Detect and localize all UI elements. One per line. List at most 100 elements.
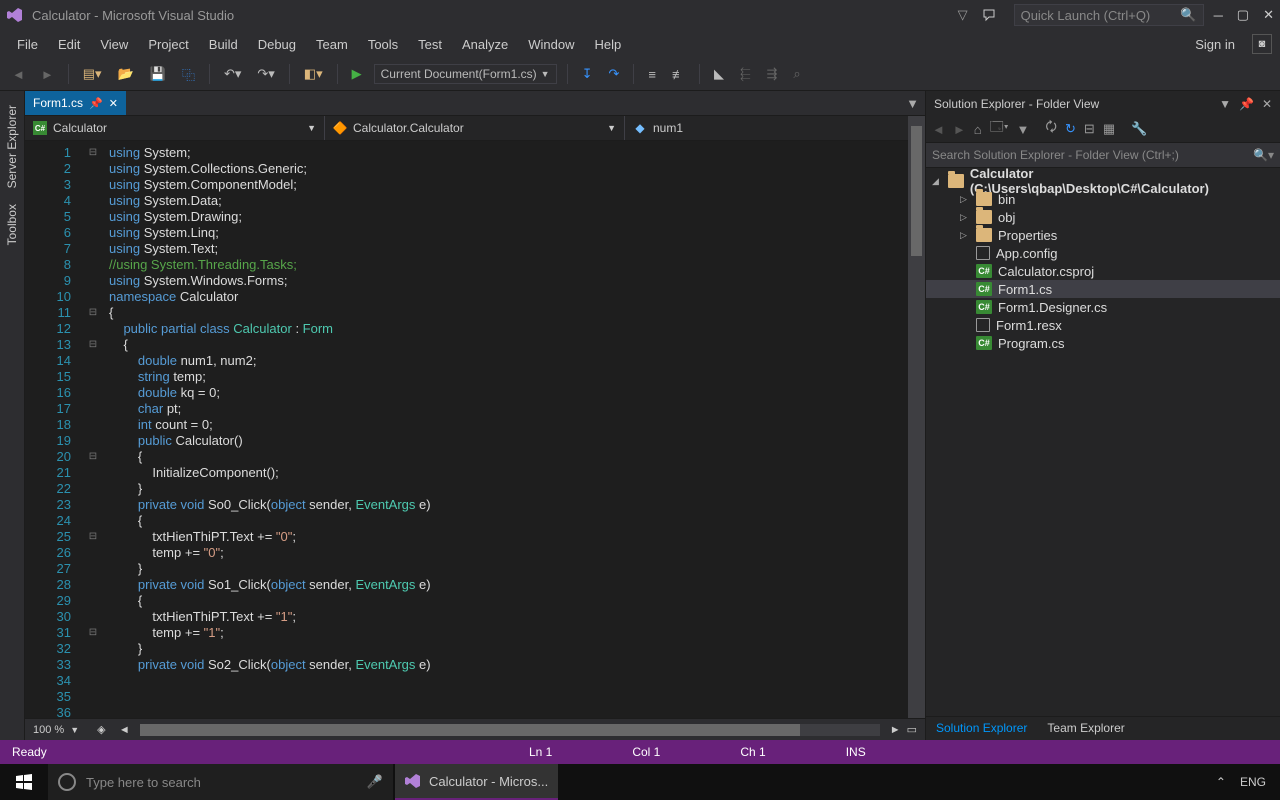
filter-icon[interactable]: ▼: [1017, 122, 1030, 137]
tree-item[interactable]: C#Program.cs: [926, 334, 1280, 352]
nav-next-button[interactable]: ⇶: [763, 63, 782, 85]
tree-item[interactable]: C#Form1.Designer.cs: [926, 298, 1280, 316]
menu-debug[interactable]: Debug: [249, 34, 305, 55]
menu-window[interactable]: Window: [519, 34, 583, 55]
zoom-level[interactable]: 100 %: [33, 724, 64, 736]
expand-arrow-icon[interactable]: ▷: [960, 230, 970, 241]
editor-hscrollbar[interactable]: [140, 724, 880, 736]
sync-icon[interactable]: 🗘: [1045, 118, 1057, 140]
editor-scrollbar[interactable]: [908, 116, 925, 718]
tree-root[interactable]: ◢ Calculator (C:\Users\qbap\Desktop\C#\C…: [926, 172, 1280, 190]
member-combo[interactable]: ◆ num1 ▼: [625, 116, 925, 140]
menu-build[interactable]: Build: [200, 34, 247, 55]
autohide-icon[interactable]: 📌: [1239, 97, 1254, 111]
tree-item[interactable]: ▷obj: [926, 208, 1280, 226]
start-debug-button[interactable]: ▶: [348, 63, 366, 85]
menu-project[interactable]: Project: [139, 34, 197, 55]
step-over-button[interactable]: ↷: [604, 63, 623, 85]
solution-explorer-title: Solution Explorer - Folder View: [934, 97, 1099, 111]
tree-item[interactable]: ▷Properties: [926, 226, 1280, 244]
nav-prev-button[interactable]: ⬱: [736, 63, 755, 85]
collapse-arrow-icon[interactable]: ◢: [932, 176, 942, 187]
new-project-button[interactable]: ▤▾: [79, 63, 106, 85]
menu-test[interactable]: Test: [409, 34, 451, 55]
save-all-button[interactable]: ⿻: [178, 62, 199, 87]
maximize-icon[interactable]: ▢: [1237, 7, 1249, 23]
home-icon[interactable]: ⌂: [974, 122, 982, 137]
nav-back-button[interactable]: ◄: [8, 64, 29, 85]
status-col: Col 1: [632, 745, 660, 759]
close-icon[interactable]: ✕: [1263, 7, 1274, 23]
hscroll-left-icon[interactable]: ◄: [119, 724, 130, 736]
folder-icon: [976, 228, 992, 242]
switch-view-icon[interactable]: 🗔▾: [990, 118, 1009, 140]
expand-arrow-icon[interactable]: ▷: [960, 194, 970, 205]
user-icon[interactable]: ◙: [1252, 34, 1272, 54]
toolbox-tab[interactable]: Toolbox: [2, 196, 22, 253]
taskbar-vs-button[interactable]: Calculator - Micros...: [395, 764, 558, 800]
no-issues-icon[interactable]: ◈: [97, 723, 105, 736]
folder-icon: [948, 174, 964, 188]
tab-form1cs[interactable]: Form1.cs 📌 ✕: [25, 91, 126, 115]
expand-arrow-icon[interactable]: ▷: [960, 212, 970, 223]
sign-in-link[interactable]: Sign in: [1186, 34, 1244, 55]
menu-file[interactable]: File: [8, 34, 47, 55]
pin-icon[interactable]: 📌: [89, 97, 103, 110]
start-target-dropdown[interactable]: Current Document(Form1.cs)▼: [374, 64, 557, 84]
tray-lang[interactable]: ENG: [1240, 775, 1266, 789]
save-button[interactable]: 💾: [146, 63, 170, 85]
notifications-filter-icon[interactable]: ▽: [958, 7, 968, 23]
tree-item[interactable]: C#Form1.cs: [926, 280, 1280, 298]
server-explorer-tab[interactable]: Server Explorer: [2, 97, 22, 196]
solution-explorer-search[interactable]: Search Solution Explorer - Folder View (…: [926, 143, 1280, 168]
dropdown-tabs-icon[interactable]: ▼: [906, 96, 919, 111]
split-icon[interactable]: ▭: [907, 723, 917, 736]
menu-help[interactable]: Help: [586, 34, 631, 55]
properties-icon[interactable]: 🔧: [1131, 121, 1147, 137]
uncomment-button[interactable]: ≢: [668, 64, 689, 85]
cortana-search[interactable]: Type here to search 🎤: [48, 764, 393, 800]
solution-config-button[interactable]: ◧▾: [300, 63, 327, 85]
menu-edit[interactable]: Edit: [49, 34, 89, 55]
team-explorer-tab[interactable]: Team Explorer: [1037, 717, 1134, 740]
csharp-file-icon: C#: [976, 300, 992, 314]
code-editor[interactable]: 1234567891011121314151617181920212223242…: [25, 141, 925, 718]
solution-explorer-tab[interactable]: Solution Explorer: [926, 717, 1037, 740]
open-file-button[interactable]: 📂: [114, 63, 138, 85]
solution-explorer-toolbar: ◄ ► ⌂ 🗔▾ ▼ 🗘 ↻ ⊟ ▦ 🔧: [926, 116, 1280, 143]
menu-team[interactable]: Team: [307, 34, 357, 55]
bookmark-button[interactable]: ◣: [710, 63, 728, 85]
project-combo[interactable]: C# Calculator ▼: [25, 116, 325, 140]
back-icon[interactable]: ◄: [932, 122, 945, 137]
nav-forward-button[interactable]: ►: [37, 64, 58, 85]
class-combo[interactable]: 🔶 Calculator.Calculator ▼: [325, 116, 625, 140]
forward-icon[interactable]: ►: [953, 122, 966, 137]
close-tab-icon[interactable]: ✕: [109, 97, 118, 110]
undo-button[interactable]: ↶▾: [220, 63, 245, 85]
start-button[interactable]: [0, 764, 48, 800]
tree-item[interactable]: C#Calculator.csproj: [926, 262, 1280, 280]
refresh-icon[interactable]: ↻: [1065, 121, 1076, 137]
window-position-icon[interactable]: ▼: [1219, 97, 1231, 111]
tree-item[interactable]: App.config: [926, 244, 1280, 262]
window-title: Calculator - Microsoft Visual Studio: [32, 8, 234, 23]
zoom-dropdown-icon[interactable]: ▼: [70, 725, 79, 735]
tray-expand-icon[interactable]: ⌃: [1216, 775, 1226, 789]
mic-icon[interactable]: 🎤: [367, 774, 383, 790]
editor-zoom-bar: 100 % ▼ ◈ ◄ ► ▭: [25, 718, 925, 740]
tree-item[interactable]: Form1.resx: [926, 316, 1280, 334]
close-panel-icon[interactable]: ✕: [1262, 97, 1272, 111]
menu-tools[interactable]: Tools: [359, 34, 407, 55]
show-all-icon[interactable]: ▦: [1103, 121, 1115, 137]
menu-view[interactable]: View: [91, 34, 137, 55]
minimize-icon[interactable]: ─: [1214, 8, 1223, 23]
collapse-all-icon[interactable]: ⊟: [1084, 121, 1095, 137]
menu-analyze[interactable]: Analyze: [453, 34, 517, 55]
comment-button[interactable]: ≡: [644, 64, 660, 85]
quick-launch-input[interactable]: Quick Launch (Ctrl+Q) 🔍: [1014, 4, 1204, 26]
hscroll-right-icon[interactable]: ►: [890, 724, 901, 736]
redo-button[interactable]: ↷▾: [253, 63, 278, 85]
find-button[interactable]: ⌕: [789, 63, 804, 85]
feedback-icon[interactable]: [982, 8, 996, 22]
step-into-button[interactable]: ↧: [578, 63, 597, 85]
